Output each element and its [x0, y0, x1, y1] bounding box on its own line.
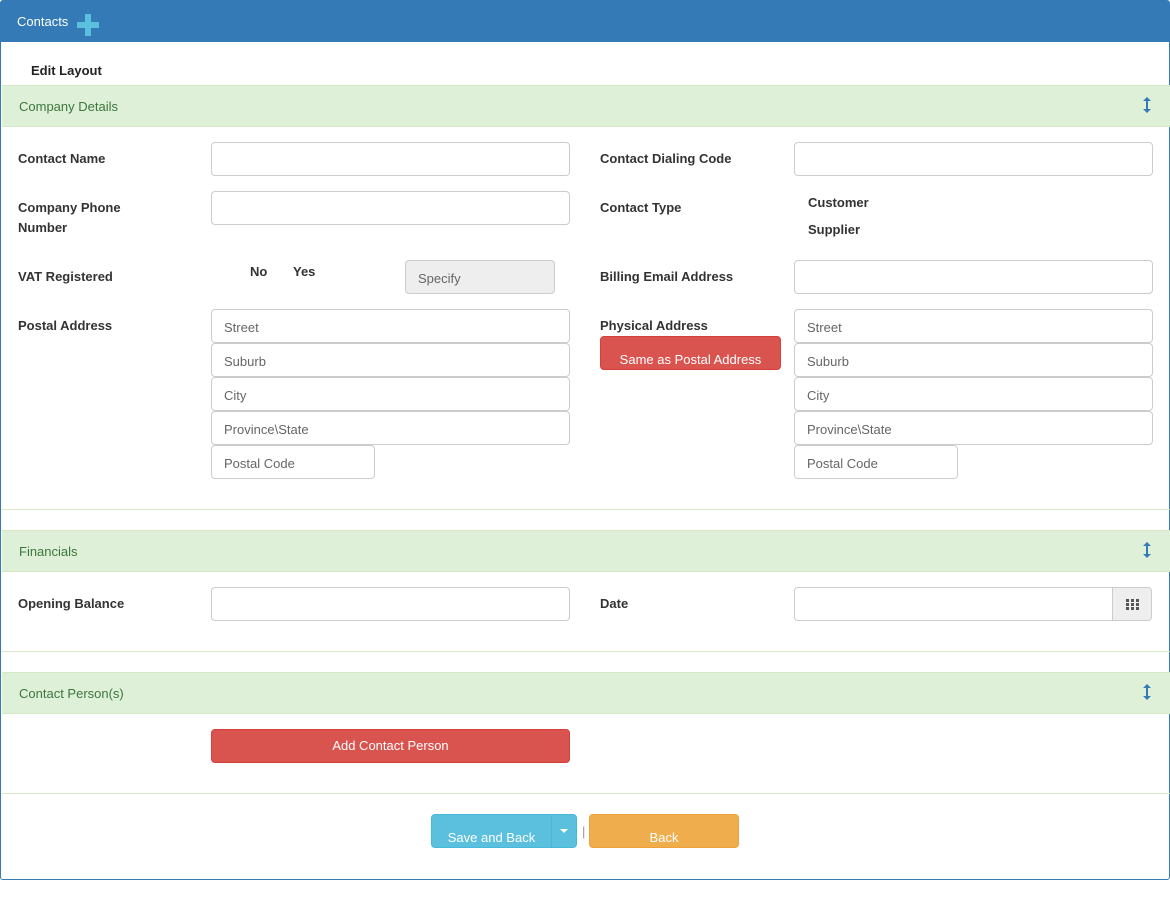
section-divider [2, 793, 1170, 794]
company-phone-label-line1: Company Phone [18, 200, 121, 215]
contact-type-supplier[interactable]: Supplier [808, 220, 860, 240]
dialing-code-input[interactable] [794, 142, 1153, 176]
vat-option-yes[interactable]: Yes [293, 262, 315, 282]
dialing-code-label: Contact Dialing Code [600, 151, 732, 166]
plus-icon[interactable] [77, 14, 99, 36]
button-separator: | [582, 824, 586, 839]
company-phone-label-line2: Number [18, 220, 68, 235]
opening-balance-label: Opening Balance [18, 596, 125, 611]
physical-street-input[interactable]: Street [794, 309, 1153, 343]
section-divider [2, 509, 1170, 510]
panel-header: Contacts [1, 1, 1169, 42]
add-contact-person-button[interactable]: Add Contact Person [211, 729, 570, 763]
calendar-icon [1126, 599, 1139, 610]
billing-email-label: Billing Email Address [600, 269, 734, 284]
physical-suburb-input[interactable]: Suburb [794, 343, 1153, 377]
physical-province-input[interactable]: Province\State [794, 411, 1153, 445]
contact-name-label: Contact Name [18, 151, 106, 166]
resize-vertical-icon[interactable] [1142, 542, 1152, 558]
panel-title: Contacts [17, 14, 69, 29]
physical-postal-code-input[interactable]: Postal Code [794, 445, 958, 479]
section-company-details[interactable]: Company Details [2, 85, 1170, 127]
postal-street-input[interactable]: Street [211, 309, 570, 343]
section-title: Contact Person(s) [19, 686, 124, 701]
date-label: Date [600, 596, 629, 611]
physical-city-input[interactable]: City [794, 377, 1153, 411]
company-phone-input[interactable] [211, 191, 570, 225]
section-divider [2, 651, 1170, 652]
contact-type-customer[interactable]: Customer [808, 193, 869, 213]
section-title: Financials [19, 544, 78, 559]
billing-email-input[interactable] [794, 260, 1153, 294]
date-input[interactable] [794, 587, 1114, 621]
edit-layout-link[interactable]: Edit Layout [31, 63, 102, 78]
company-phone-label: Company Phone Number [18, 198, 121, 238]
section-title: Company Details [19, 99, 118, 114]
postal-province-input[interactable]: Province\State [211, 411, 570, 445]
resize-vertical-icon[interactable] [1142, 97, 1152, 113]
back-button[interactable]: Back [589, 814, 739, 848]
same-as-postal-button[interactable]: Same as Postal Address [600, 336, 781, 370]
vat-option-no[interactable]: No [250, 262, 267, 282]
contact-type-label: Contact Type [600, 200, 682, 215]
save-options-dropdown[interactable] [551, 814, 577, 848]
save-and-back-button[interactable]: Save and Back [431, 814, 552, 848]
caret-down-icon [560, 829, 568, 833]
contacts-panel: Contacts Edit Layout Company Details Con… [0, 0, 1170, 880]
physical-address-label: Physical Address [600, 318, 708, 333]
postal-address-label: Postal Address [18, 318, 113, 333]
postal-suburb-input[interactable]: Suburb [211, 343, 570, 377]
opening-balance-input[interactable] [211, 587, 570, 621]
postal-city-input[interactable]: City [211, 377, 570, 411]
resize-vertical-icon[interactable] [1142, 684, 1152, 700]
contact-name-input[interactable] [211, 142, 570, 176]
postal-code-input[interactable]: Postal Code [211, 445, 375, 479]
vat-registered-label: VAT Registered [18, 269, 113, 284]
section-financials[interactable]: Financials [2, 530, 1170, 572]
date-picker-button[interactable] [1112, 587, 1152, 621]
section-contact-persons[interactable]: Contact Person(s) [2, 672, 1170, 714]
vat-specify-input[interactable]: Specify [405, 260, 555, 294]
